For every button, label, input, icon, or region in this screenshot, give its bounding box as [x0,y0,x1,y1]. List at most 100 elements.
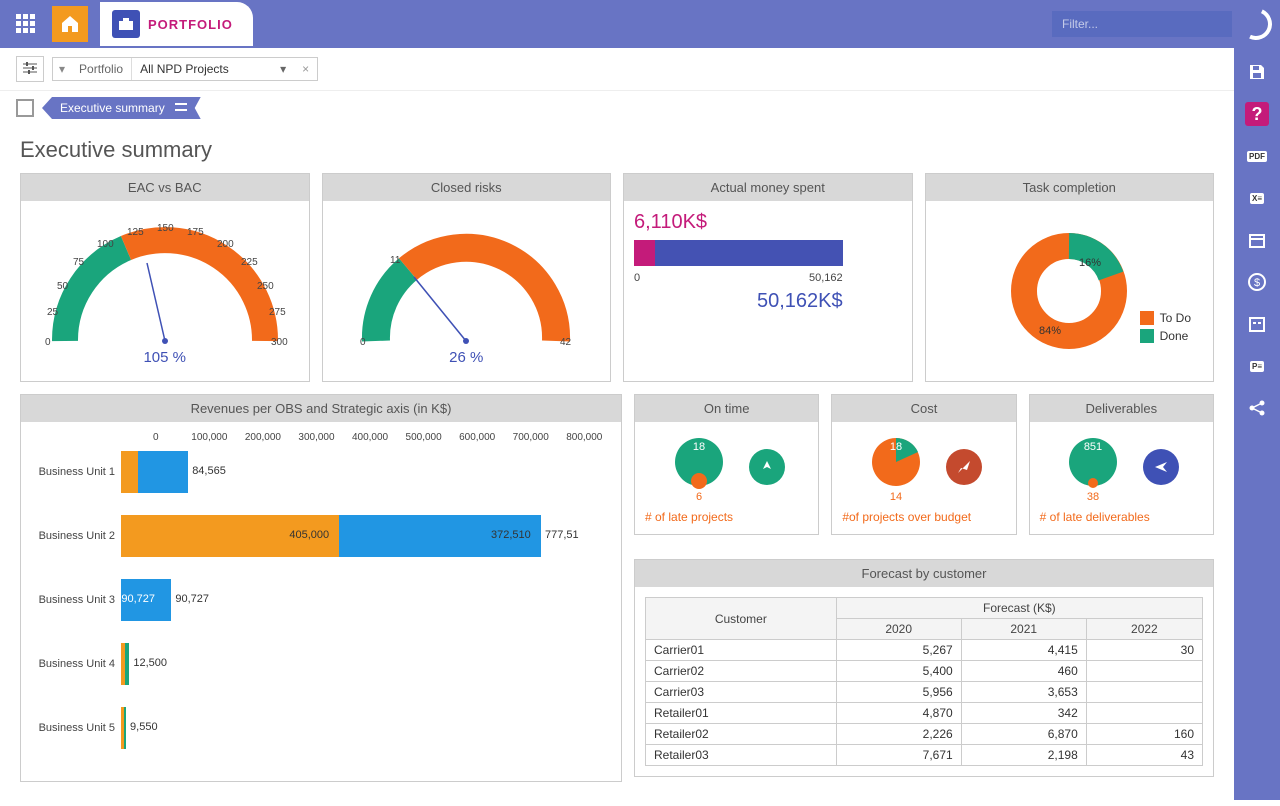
brand-logo-icon [1235,3,1276,44]
topbar: PORTFOLIO [0,0,1280,48]
svg-text:18: 18 [693,441,705,453]
layout-toggle-icon[interactable] [16,99,34,117]
portfolio-label: Portfolio [71,58,132,80]
pdf-icon[interactable]: PDF [1245,144,1269,168]
table-row: Business Unit 184,565 [31,451,611,493]
sidebar-right: ? PDF X≡ $ P≡ [1234,48,1280,800]
col-customer: Customer [646,598,837,640]
table-row: Carrier015,2674,41530 [646,640,1203,661]
location-icon [946,449,982,485]
card-forecast: Forecast by customer Customer Forecast (… [634,559,1214,777]
send-icon [1143,449,1179,485]
save-icon[interactable] [1245,60,1269,84]
svg-text:0: 0 [45,337,51,348]
svg-text:75: 75 [73,257,85,268]
svg-text:150: 150 [157,223,174,234]
forecast-table: Customer Forecast (K$) 202020212022 Carr… [645,597,1203,766]
share-icon[interactable] [1245,396,1269,420]
donut-legend: To Do Done [1140,311,1191,347]
svg-text:100: 100 [97,239,114,250]
card-title: Cost [832,395,1015,422]
card-title: On time [635,395,818,422]
table-row: Carrier025,400460 [646,661,1203,682]
svg-text:50: 50 [57,281,69,292]
compass-icon [749,449,785,485]
svg-text:14: 14 [890,491,902,502]
chevron-down-icon[interactable]: ▾ [53,58,71,80]
page-title: Executive summary [20,137,1214,163]
risks-gauge: 0 11 42 26 % [333,211,601,371]
mini-card-row: On time 18 6 [634,394,1214,535]
money-scale: 0 50,162 [634,272,843,284]
deliv-pie: 851 38 [1063,432,1123,502]
rev-axis: 0100,000200,000300,000400,000500,000600,… [31,432,611,443]
tab-label: PORTFOLIO [148,17,233,32]
sliders-icon [23,62,37,74]
chip-menu-icon[interactable] [175,101,187,115]
mini-label: # of late deliverables [1040,510,1150,524]
briefcase-icon [112,10,140,38]
svg-text:6: 6 [696,491,702,502]
card-title: Closed risks [323,174,611,201]
cost-pie: 18 14 [866,432,926,502]
svg-text:0: 0 [360,337,366,348]
portfolio-selector: ▾ Portfolio All NPD Projects ▾ × [52,57,318,81]
card-title: Revenues per OBS and Strategic axis (in … [21,395,621,422]
svg-text:18: 18 [890,441,902,453]
filter-input[interactable] [1052,11,1232,37]
apps-icon[interactable] [8,6,44,42]
table-row: Retailer037,6712,19843 [646,745,1203,766]
top-card-row: EAC vs BAC 0255075 100125150175 20022525… [20,173,1214,382]
breadcrumb-chip[interactable]: Executive summary [42,97,201,119]
budget-icon[interactable]: $ [1245,270,1269,294]
home-icon[interactable] [52,6,88,42]
svg-text:$: $ [1254,277,1260,289]
table-row: Business Unit 390,72790,727 [31,579,611,621]
card-revenues: Revenues per OBS and Strategic axis (in … [20,394,622,782]
svg-text:225: 225 [241,257,258,268]
settings-button[interactable] [16,56,44,82]
card-title: Forecast by customer [635,560,1213,587]
portfolio-value[interactable]: All NPD Projects [132,58,272,80]
table-row: Retailer014,870342 [646,703,1203,724]
table-row: Business Unit 2405,000372,510777,51 [31,515,611,557]
svg-text:42: 42 [560,337,572,348]
svg-text:300: 300 [271,337,288,348]
svg-text:125: 125 [127,227,144,238]
clear-icon[interactable]: × [294,58,317,80]
breadcrumb-label: Executive summary [60,101,165,115]
money-spent: 6,110K$ [634,211,902,234]
card-closed-risks: Closed risks 0 11 42 26 % [322,173,612,382]
money-total: 50,162K$ [634,290,843,313]
table-row: Business Unit 59,550 [31,707,611,749]
second-row: Revenues per OBS and Strategic axis (in … [20,394,1214,782]
card-title: Deliverables [1030,395,1213,422]
svg-text:275: 275 [269,307,286,318]
svg-text:38: 38 [1087,491,1099,502]
money-bar [634,240,843,266]
card-eac-vs-bac: EAC vs BAC 0255075 100125150175 20022525… [20,173,310,382]
svg-text:11: 11 [390,255,401,266]
table-row: Carrier035,9563,653 [646,682,1203,703]
topbar-right [1052,8,1272,40]
svg-text:84%: 84% [1039,325,1061,337]
card-on-time: On time 18 6 [634,394,819,535]
card-title: EAC vs BAC [21,174,309,201]
tab-portfolio[interactable]: PORTFOLIO [100,2,253,46]
svg-text:200: 200 [217,239,234,250]
table-row: Business Unit 412,500 [31,643,611,685]
schedule-icon[interactable] [1245,312,1269,336]
card-task-completion: Task completion 16% 84% To Do Done [925,173,1215,382]
powerpoint-icon[interactable]: P≡ [1245,354,1269,378]
excel-icon[interactable]: X≡ [1245,186,1269,210]
mini-label: #of projects over budget [842,510,971,524]
eac-value: 105 % [31,349,299,366]
calendar-icon[interactable] [1245,228,1269,252]
mini-label: # of late projects [645,510,733,524]
dropdown-caret-icon[interactable]: ▾ [272,58,294,80]
topbar-left: PORTFOLIO [8,2,253,46]
right-column: On time 18 6 [634,394,1214,782]
risks-value: 26 % [333,349,601,366]
help-icon[interactable]: ? [1245,102,1269,126]
svg-text:16%: 16% [1079,257,1101,269]
